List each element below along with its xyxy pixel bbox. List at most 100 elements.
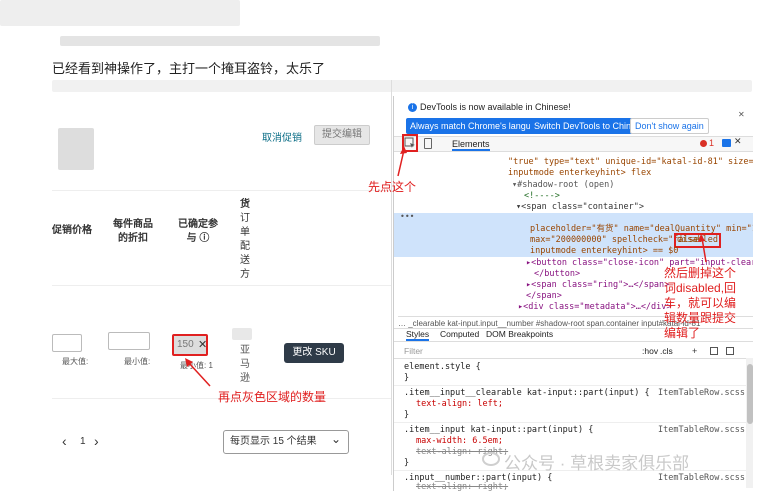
device-toolbar-icon[interactable] [424, 138, 432, 149]
seller-page: 取消促销 提交编辑 促销价格 每件商品 的折扣 已确定参 与 ⓘ 货 订 单 配… [52, 80, 392, 475]
selected-dots: ••• [400, 212, 415, 221]
col-shipping: 货 订 单 配 送 方 [238, 198, 252, 282]
rule-2-selector: .item__input kat-input::part(input) { [404, 425, 594, 435]
rule-2-prop-0[interactable]: max-width: 6.5em; [416, 436, 503, 447]
col-confirmed: 已确定参 与 ⓘ [172, 218, 224, 246]
tab-dom-breakpoints[interactable]: DOM Breakpoints [486, 329, 553, 339]
tab-elements[interactable]: Elements [452, 139, 490, 151]
ship-ch-2: 单 [240, 227, 250, 238]
code-line-7: inputmode enterkeyhint> == $0 [530, 246, 679, 256]
per-page-value: 每页显示 15 个结果 [230, 436, 317, 447]
min-label: 最小值: [124, 357, 151, 366]
cancel-promotion-link[interactable]: 取消促销 [262, 129, 302, 144]
col-per-item-discount: 每件商品 的折扣 [108, 218, 158, 246]
tab-computed[interactable]: Computed [440, 329, 479, 339]
amazon-text: 亚 马 逊 [238, 344, 252, 386]
rule-1-close: } [404, 410, 410, 420]
annotation-step2-l5: 编辑了 [664, 326, 701, 340]
amz-ch-0: 亚 [240, 345, 250, 356]
sidebar-toggle-icon[interactable] [726, 347, 734, 355]
blurred-block [58, 128, 94, 170]
code-line-4[interactable]: ▾<span class="container"> [516, 202, 644, 213]
styles-scrollbar-thumb[interactable] [747, 364, 753, 424]
blurred-amazon [232, 328, 252, 340]
blurred-header [0, 0, 240, 26]
rule-0-selector: element.style { [404, 362, 481, 372]
rule-0-close: } [404, 373, 410, 383]
submit-edit-button[interactable]: 提交编辑 [314, 125, 370, 145]
close-devtools-icon[interactable]: ✕ [734, 136, 742, 147]
quantity-clear-icon[interactable]: ✕ [198, 338, 207, 351]
amz-ch-1: 马 [240, 359, 250, 370]
annotation-step2-l4: 辑数量跟提交 [664, 311, 737, 325]
rule-divider-2 [394, 422, 746, 423]
pagination-current[interactable]: 1 [80, 436, 86, 447]
annotation-step2-l3: 车，就可以编 [664, 296, 737, 310]
post-caption: 已经看到神操作了，主打一个掩耳盗铃，太乐了 [52, 61, 326, 76]
rule-1-selector: .item__input__clearable kat-input::part(… [404, 388, 650, 398]
close-icon[interactable]: ✕ [738, 110, 745, 119]
ship-ch-4: 送 [240, 255, 250, 266]
annotation-step3: 再点灰色区域的数量 [218, 390, 327, 404]
new-rule-icon[interactable]: + [692, 346, 697, 356]
code-line-10[interactable]: ▸<span class="ring">…</span> [526, 280, 669, 291]
ship-ch-0: 货 [240, 199, 250, 210]
table-divider-2 [52, 285, 391, 286]
info-icon: i [408, 103, 417, 112]
ship-ch-1: 订 [240, 213, 250, 224]
per-page-select[interactable]: 每页显示 15 个结果 ⌄ [223, 430, 349, 454]
rule-1-prop-0[interactable]: text-align: left; [416, 399, 503, 410]
styles-divider [394, 358, 746, 359]
cls-toggle[interactable]: .cls [660, 346, 673, 356]
col-per-item-discount-l1: 每件商品 [113, 219, 153, 230]
quantity-min-label: 最小值: 1 [180, 361, 213, 370]
code-line-1: inputmode enterkeyhint> flex [508, 168, 652, 178]
dont-show-button[interactable]: Don't show again [630, 118, 709, 134]
annotation-step2: 然后删掉这个 词disabled,回 车，就可以编 辑数量跟提交 编辑了 [664, 266, 736, 341]
rule-3-prop-0[interactable]: text-align: right; [416, 482, 508, 491]
max-label: 最大值: [62, 357, 89, 366]
pagination-prev[interactable]: ‹ [62, 433, 67, 449]
code-line-0: "true" type="text" unique-id="katal-id-8… [508, 157, 753, 167]
inspect-element-icon[interactable] [402, 134, 418, 152]
code-line-9: </button> [534, 269, 581, 279]
pagination-next[interactable]: › [94, 433, 99, 449]
price-input[interactable] [52, 334, 82, 352]
change-sku-button[interactable]: 更改 SKU [284, 343, 344, 363]
info-text: DevTools is now available in Chinese! [420, 102, 571, 112]
code-line-3: <!----> [524, 191, 560, 201]
quantity-value: 150 [177, 339, 194, 350]
ship-ch-5: 方 [240, 269, 250, 280]
amz-ch-2: 逊 [240, 373, 250, 384]
rule-divider-1 [394, 385, 746, 386]
code-line-12[interactable]: ▸<div class="metadata">…</div> [518, 302, 672, 313]
discount-input[interactable] [108, 332, 150, 350]
issues-icon[interactable] [722, 139, 731, 147]
watermark: 公众号 · 草根卖家俱乐部 [504, 454, 690, 473]
blurred-header-2 [60, 36, 380, 46]
rule-3-source[interactable]: ItemTableRow.scss:1 [658, 473, 753, 484]
col-confirmed-l1: 已确定参 [178, 219, 218, 230]
chevron-down-icon: ⌄ [330, 432, 341, 446]
error-icon [700, 140, 707, 147]
match-language-button[interactable]: Always match Chrome's language [406, 118, 550, 134]
error-count[interactable]: 1 [709, 138, 714, 148]
ship-ch-3: 配 [240, 241, 250, 252]
rule-2-source[interactable]: ItemTableRow.scss:1 [658, 425, 753, 436]
annotation-step2-l1: 然后删掉这个 [664, 266, 737, 280]
rule-2-close: } [404, 458, 410, 468]
annotation-step1: 先点这个 [368, 180, 417, 194]
styles-filter-input[interactable]: Filter [404, 346, 423, 356]
wechat-icon [482, 452, 500, 466]
code-line-2[interactable]: ▾#shadow-root (open) [512, 180, 614, 191]
col-confirmed-l2: 与 ⓘ [186, 233, 210, 244]
disabled-attribute[interactable]: disabled [674, 233, 721, 248]
hov-toggle[interactable]: :hov [642, 346, 658, 356]
annotation-step2-l2: 词disabled,回 [664, 281, 737, 295]
rule-1-source[interactable]: ItemTableRow.scss:1 [658, 388, 753, 399]
code-line-11: </span> [526, 291, 562, 301]
computed-sidebar-icon[interactable] [710, 347, 718, 355]
tab-styles[interactable]: Styles [406, 329, 430, 341]
table-divider [52, 190, 391, 191]
col-promo-price: 促销价格 [52, 225, 92, 236]
